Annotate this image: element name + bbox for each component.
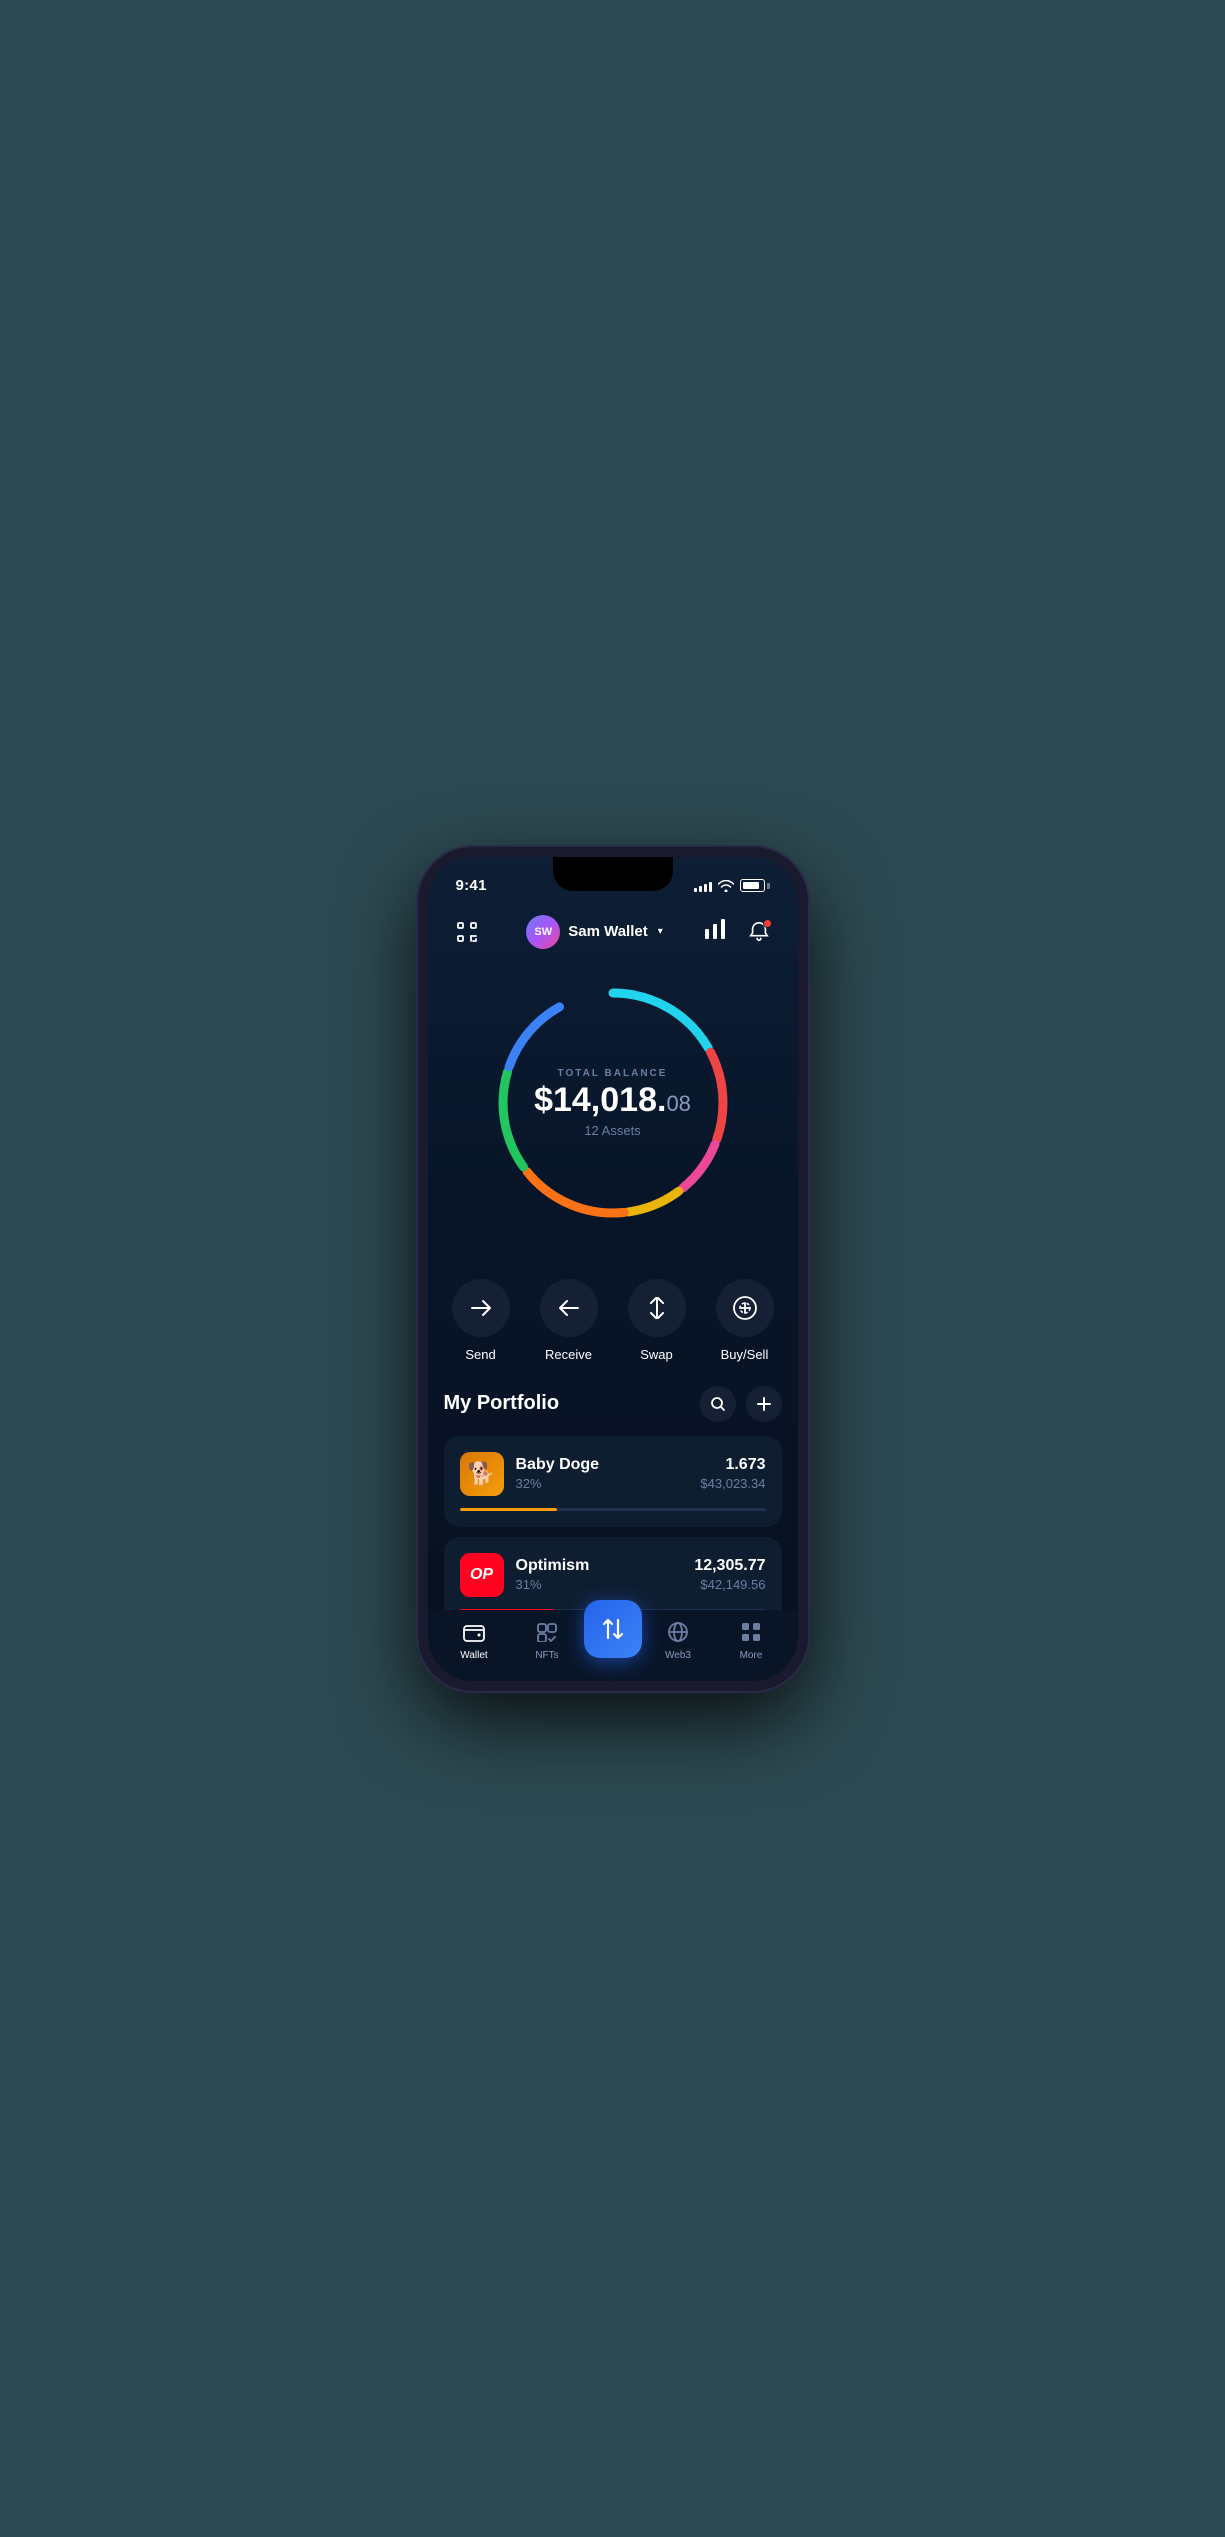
account-name: Sam Wallet: [568, 923, 647, 940]
send-button[interactable]: Send: [452, 1279, 510, 1362]
progress-bar: [460, 1508, 766, 1511]
web3-icon: [664, 1618, 692, 1646]
header: SW Sam Wallet ▾: [428, 901, 798, 963]
asset-right: 1.673 $43,023.34: [700, 1456, 765, 1491]
asset-card-optimism[interactable]: OP Optimism 31% 12,305.77 $42,149.56: [444, 1537, 782, 1610]
notification-button[interactable]: [740, 913, 778, 951]
chart-button[interactable]: [704, 919, 726, 944]
nav-more[interactable]: More: [715, 1618, 788, 1661]
balance-amount: $14,018.08: [534, 1083, 691, 1117]
asset-info: Optimism 31%: [516, 1557, 590, 1592]
receive-button[interactable]: Receive: [540, 1279, 598, 1362]
bottom-nav: Wallet NFTs: [428, 1610, 798, 1681]
asset-percent: 32%: [516, 1476, 600, 1491]
scan-button[interactable]: [448, 913, 486, 951]
notification-dot: [763, 919, 772, 928]
chevron-down-icon: ▾: [658, 926, 663, 937]
wallet-nav-label: Wallet: [460, 1650, 487, 1661]
buysell-label: Buy/Sell: [721, 1347, 769, 1362]
portfolio-title: My Portfolio: [444, 1392, 560, 1415]
buysell-icon: [716, 1279, 774, 1337]
portfolio-actions: [700, 1386, 782, 1422]
battery-icon: [740, 879, 770, 892]
asset-card-baby-doge[interactable]: 🐕 Baby Doge 32% 1.673 $43,023.34: [444, 1436, 782, 1527]
screen: 9:41: [428, 857, 798, 1681]
plus-icon: [756, 1396, 772, 1412]
status-icons: [694, 879, 770, 892]
asset-amount: 1.673: [700, 1456, 765, 1474]
center-swap-button[interactable]: [584, 1600, 642, 1658]
swap-label: Swap: [640, 1347, 673, 1362]
action-buttons: Send Receive Swap: [428, 1263, 798, 1386]
wallet-icon: [460, 1618, 488, 1646]
asset-row: OP Optimism 31% 12,305.77 $42,149.56: [460, 1553, 766, 1597]
nav-web3[interactable]: Web3: [642, 1618, 715, 1661]
donut-chart: TOTAL BALANCE $14,018.08 12 Assets: [483, 973, 743, 1233]
asset-right: 12,305.77 $42,149.56: [694, 1557, 765, 1592]
nav-wallet[interactable]: Wallet: [438, 1618, 511, 1661]
balance-center: TOTAL BALANCE $14,018.08 12 Assets: [534, 1068, 691, 1138]
asset-left: 🐕 Baby Doge 32%: [460, 1452, 600, 1496]
asset-name: Optimism: [516, 1557, 590, 1575]
signal-icon: [694, 880, 712, 892]
receive-label: Receive: [545, 1347, 592, 1362]
more-icon: [737, 1618, 765, 1646]
nav-swap-center[interactable]: [584, 1620, 642, 1658]
asset-value: $42,149.56: [694, 1577, 765, 1592]
scan-icon: [455, 920, 479, 944]
account-selector[interactable]: SW Sam Wallet ▾: [526, 915, 663, 949]
web3-nav-label: Web3: [665, 1650, 691, 1661]
portfolio-search-button[interactable]: [700, 1386, 736, 1422]
asset-percent: 31%: [516, 1577, 590, 1592]
receive-icon: [540, 1279, 598, 1337]
asset-name: Baby Doge: [516, 1456, 600, 1474]
balance-assets: 12 Assets: [534, 1123, 691, 1138]
wifi-icon: [718, 880, 734, 892]
send-label: Send: [465, 1347, 495, 1362]
phone-frame: 9:41: [418, 847, 808, 1691]
swap-arrows-icon: [600, 1616, 626, 1642]
send-icon: [452, 1279, 510, 1337]
more-nav-label: More: [740, 1650, 763, 1661]
nfts-nav-label: NFTs: [535, 1650, 558, 1661]
portfolio-section: My Portfolio: [428, 1386, 798, 1610]
balance-label: TOTAL BALANCE: [534, 1068, 691, 1079]
asset-left: OP Optimism 31%: [460, 1553, 590, 1597]
search-icon: [710, 1396, 726, 1412]
balance-section: TOTAL BALANCE $14,018.08 12 Assets: [428, 963, 798, 1263]
asset-info: Baby Doge 32%: [516, 1456, 600, 1491]
avatar: SW: [526, 915, 560, 949]
buysell-button[interactable]: Buy/Sell: [716, 1279, 774, 1362]
header-right: [704, 913, 778, 951]
baby-doge-icon: 🐕: [460, 1452, 504, 1496]
nfts-icon: [533, 1618, 561, 1646]
asset-value: $43,023.34: [700, 1476, 765, 1491]
swap-icon: [628, 1279, 686, 1337]
notch: [553, 857, 673, 891]
portfolio-header: My Portfolio: [444, 1386, 782, 1422]
nav-nfts[interactable]: NFTs: [511, 1618, 584, 1661]
portfolio-add-button[interactable]: [746, 1386, 782, 1422]
progress-fill: [460, 1508, 558, 1511]
optimism-icon: OP: [460, 1553, 504, 1597]
asset-row: 🐕 Baby Doge 32% 1.673 $43,023.34: [460, 1452, 766, 1496]
status-time: 9:41: [456, 877, 487, 894]
swap-button[interactable]: Swap: [628, 1279, 686, 1362]
asset-amount: 12,305.77: [694, 1557, 765, 1575]
chart-icon: [704, 919, 726, 939]
